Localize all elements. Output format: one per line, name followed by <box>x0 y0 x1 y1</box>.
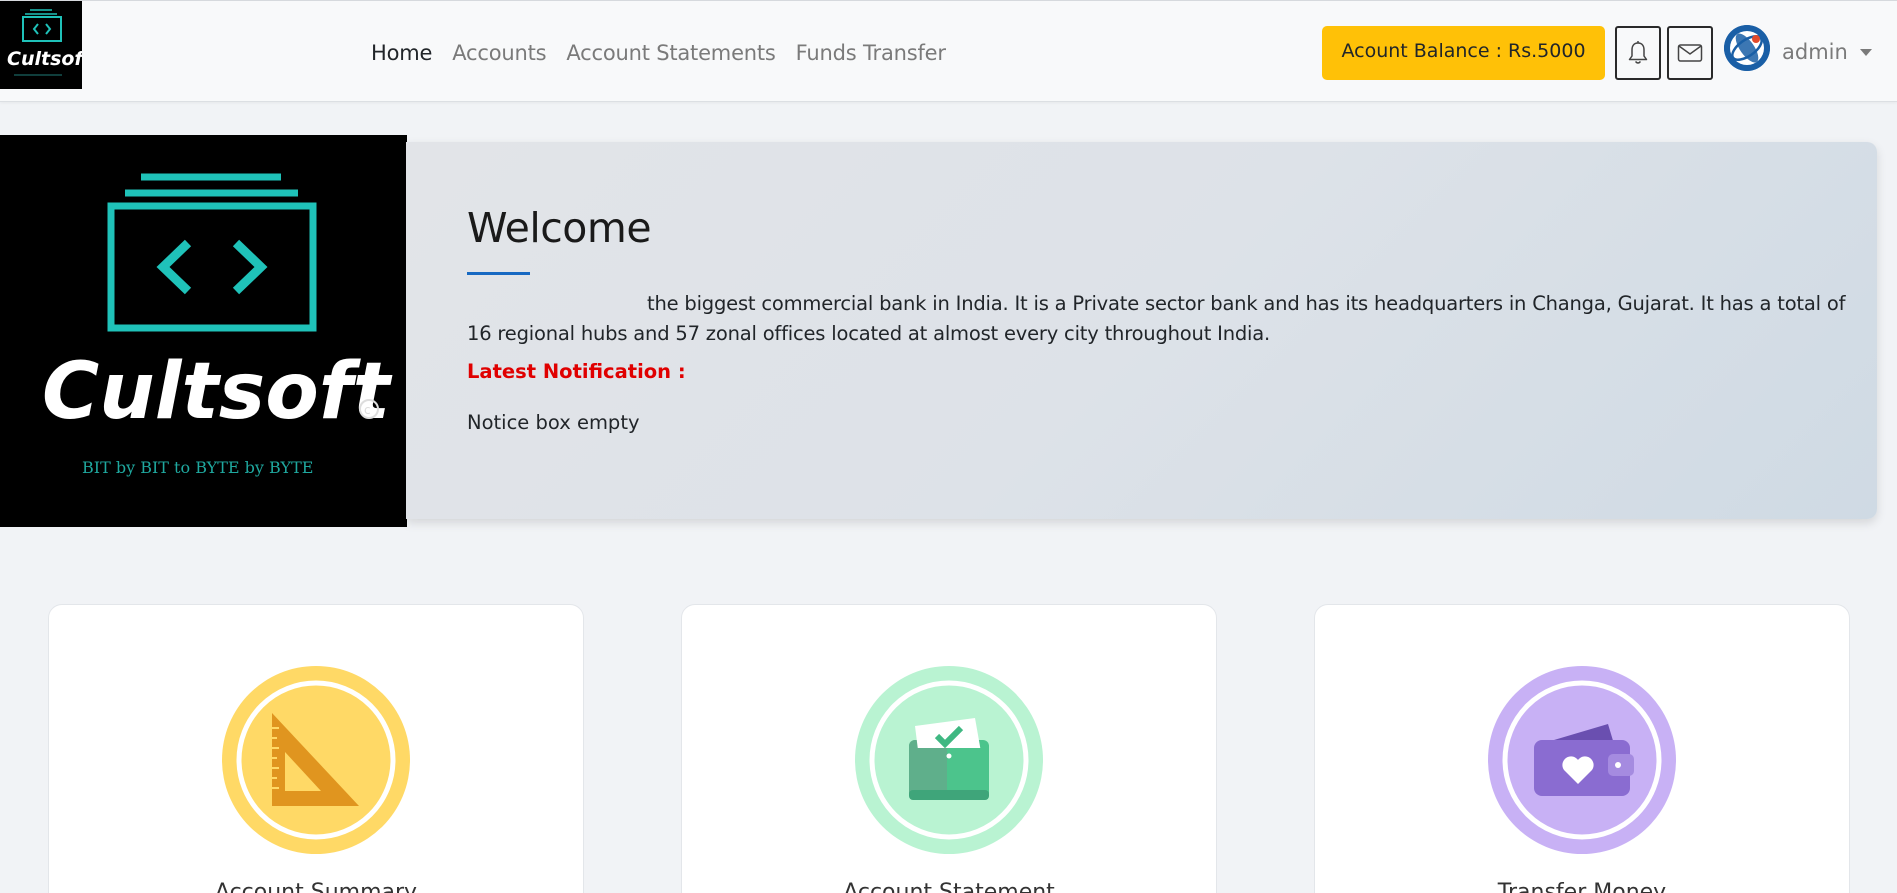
bank-description: the biggest commercial bank in India. It… <box>467 292 1846 345</box>
svg-text:c: c <box>364 403 371 417</box>
notice-box-text: Notice box empty <box>467 411 640 434</box>
nav-link-funds-transfer[interactable]: Funds Transfer <box>796 41 946 65</box>
user-avatar[interactable] <box>1724 25 1770 71</box>
messages-button[interactable] <box>1667 26 1713 80</box>
brand-logo[interactable]: Cultsoft <box>0 1 82 89</box>
svg-text:BIT by BIT to BYTE by BYTE: BIT by BIT to BYTE by BYTE <box>82 458 313 477</box>
welcome-title: Welcome <box>467 204 652 252</box>
transfer-money-card[interactable]: Transfer Money <box>1314 604 1850 893</box>
account-summary-card[interactable]: Account Summary <box>48 604 584 893</box>
globe-logo-icon <box>1724 25 1770 71</box>
wallet-check-icon <box>855 666 1043 854</box>
main-nav: Home Accounts Account Statements Funds T… <box>371 37 966 69</box>
nav-link-home[interactable]: Home <box>371 41 432 65</box>
card-title: Account Statement <box>843 880 1055 893</box>
account-balance-button[interactable]: Acount Balance : Rs.5000 <box>1322 26 1605 80</box>
user-menu-dropdown[interactable]: admin <box>1782 37 1872 67</box>
title-underline <box>467 272 530 275</box>
svg-text:Cultsoft: Cultsoft <box>42 347 393 437</box>
top-navbar: Cultsoft Home Accounts Account Statement… <box>0 0 1897 102</box>
card-title: Transfer Money <box>1497 880 1667 893</box>
latest-notification-label: Latest Notification : <box>467 360 686 383</box>
bell-icon <box>1628 41 1648 64</box>
cultsoft-logo-icon: Cultsoft <box>0 1 82 89</box>
user-name: admin <box>1782 40 1848 64</box>
chevron-down-icon <box>1859 48 1872 56</box>
hero-brand-image: Cultsoft c BIT by BIT to BYTE by BYTE <box>0 135 407 527</box>
welcome-panel: Welcome the biggest commercial bank in I… <box>406 142 1877 519</box>
notifications-button[interactable] <box>1615 26 1661 80</box>
cultsoft-hero-logo-icon: Cultsoft c BIT by BIT to BYTE by BYTE <box>0 135 407 527</box>
account-statement-card[interactable]: Account Statement <box>681 604 1217 893</box>
nav-link-account-statements[interactable]: Account Statements <box>566 41 776 65</box>
envelope-icon <box>1677 44 1703 62</box>
svg-text:Cultsoft: Cultsoft <box>7 48 82 70</box>
wallet-heart-icon <box>1488 666 1676 854</box>
nav-link-accounts[interactable]: Accounts <box>452 41 546 65</box>
card-title: Account Summary <box>214 880 418 893</box>
set-square-icon <box>222 666 410 854</box>
